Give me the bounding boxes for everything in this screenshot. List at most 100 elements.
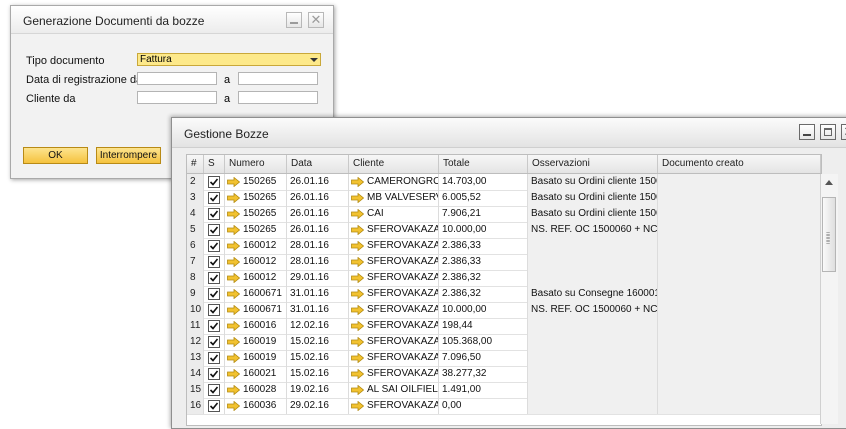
link-arrow-icon[interactable] <box>227 320 241 332</box>
cell-selected[interactable] <box>204 398 225 414</box>
header-col-osservazioni[interactable]: Osservazioni <box>528 155 658 173</box>
header-col-selected[interactable]: S <box>204 155 225 173</box>
ok-button[interactable]: OK <box>23 147 88 164</box>
link-arrow-icon[interactable] <box>227 304 241 316</box>
link-arrow-icon[interactable] <box>227 336 241 348</box>
header-col-documento-creato[interactable]: Documento creato <box>658 155 821 173</box>
vertical-scrollbar[interactable]: = = = = <box>820 174 838 424</box>
table-row[interactable]: 4 150265 26.01.16 CAI 7.906,21 Basato su Ordi… <box>187 206 821 223</box>
table-row[interactable]: 12 160019 15.02.16 SFEROVAKAZAN 105.368,00 <box>187 334 821 351</box>
link-arrow-icon[interactable] <box>351 304 365 316</box>
table-row[interactable]: 5 150265 26.01.16 SFEROVAKAZAN 10.000,00 NS. … <box>187 222 821 239</box>
link-arrow-icon[interactable] <box>351 192 365 204</box>
checkbox-checked-icon[interactable] <box>208 288 220 300</box>
table-row[interactable]: 13 160019 15.02.16 SFEROVAKAZAN 7.096,50 <box>187 350 821 367</box>
header-col-numero[interactable]: Numero <box>225 155 287 173</box>
checkbox-checked-icon[interactable] <box>208 304 220 316</box>
table-row[interactable]: 9 1600671 31.01.16 SFEROVAKAZAN 2.386,32 Basa… <box>187 286 821 303</box>
checkbox-checked-icon[interactable] <box>208 224 220 236</box>
maximize-icon[interactable] <box>820 124 836 140</box>
data-registrazione-from-input[interactable] <box>137 72 217 85</box>
link-arrow-icon[interactable] <box>351 320 365 332</box>
cell-selected[interactable] <box>204 350 225 366</box>
close-icon[interactable]: ✕ <box>308 12 324 28</box>
cell-selected[interactable] <box>204 270 225 286</box>
interrompere-button[interactable]: Interrompere <box>96 147 161 164</box>
cell-selected[interactable] <box>204 238 225 254</box>
table-row[interactable]: 8 160012 29.01.16 SFEROVAKAZAN 2.386,32 <box>187 270 821 287</box>
header-col-cliente[interactable]: Cliente <box>349 155 439 173</box>
chevron-down-icon[interactable] <box>310 58 318 62</box>
table-row[interactable]: 15 160028 19.02.16 AL SAI OILFIELD 1.491,00 <box>187 382 821 399</box>
scroll-up-icon[interactable] <box>825 180 833 185</box>
cell-selected[interactable] <box>204 366 225 382</box>
checkbox-checked-icon[interactable] <box>208 208 220 220</box>
cell-selected[interactable] <box>204 222 225 238</box>
table-row[interactable]: 3 150265 26.01.16 MB VALVESERVICE 6.005,52 Ba… <box>187 190 821 207</box>
link-arrow-icon[interactable] <box>351 256 365 268</box>
link-arrow-icon[interactable] <box>227 240 241 252</box>
table-row[interactable]: 2 150265 26.01.16 CAMERONGROUP 14.703,00 Basa… <box>187 174 821 191</box>
link-arrow-icon[interactable] <box>351 336 365 348</box>
header-col-totale[interactable]: Totale <box>439 155 528 173</box>
checkbox-checked-icon[interactable] <box>208 192 220 204</box>
cell-selected[interactable] <box>204 382 225 398</box>
gestione-titlebar[interactable]: Gestione Bozze ✕ <box>172 118 846 148</box>
link-arrow-icon[interactable] <box>227 176 241 188</box>
link-arrow-icon[interactable] <box>351 288 365 300</box>
link-arrow-icon[interactable] <box>351 240 365 252</box>
link-arrow-icon[interactable] <box>351 368 365 380</box>
checkbox-checked-icon[interactable] <box>208 320 220 332</box>
table-row[interactable]: 16 160036 29.02.16 SFEROVAKAZAN 0,00 <box>187 398 821 415</box>
checkbox-checked-icon[interactable] <box>208 256 220 268</box>
table-row[interactable]: 11 160016 12.02.16 SFEROVAKAZAN 198,44 <box>187 318 821 335</box>
cell-selected[interactable] <box>204 190 225 206</box>
link-arrow-icon[interactable] <box>351 208 365 220</box>
checkbox-checked-icon[interactable] <box>208 272 220 284</box>
link-arrow-icon[interactable] <box>227 224 241 236</box>
cell-selected[interactable] <box>204 318 225 334</box>
checkbox-checked-icon[interactable] <box>208 240 220 252</box>
minimize-icon[interactable] <box>286 12 302 28</box>
table-row[interactable]: 10 1600671 31.01.16 SFEROVAKAZAN 10.000,00 NS… <box>187 302 821 319</box>
link-arrow-icon[interactable] <box>351 272 365 284</box>
link-arrow-icon[interactable] <box>227 400 241 412</box>
link-arrow-icon[interactable] <box>227 256 241 268</box>
link-arrow-icon[interactable] <box>227 272 241 284</box>
cliente-from-input[interactable] <box>137 91 217 104</box>
link-arrow-icon[interactable] <box>351 400 365 412</box>
table-row[interactable]: 7 160012 28.01.16 SFEROVAKAZAN 2.386,33 <box>187 254 821 271</box>
cell-selected[interactable] <box>204 174 225 190</box>
table-row[interactable]: 6 160012 28.01.16 SFEROVAKAZAN 2.386,33 <box>187 238 821 255</box>
link-arrow-icon[interactable] <box>227 208 241 220</box>
link-arrow-icon[interactable] <box>351 224 365 236</box>
minimize-icon[interactable] <box>799 124 815 140</box>
checkbox-checked-icon[interactable] <box>208 368 220 380</box>
cliente-to-input[interactable] <box>238 91 318 104</box>
link-arrow-icon[interactable] <box>351 384 365 396</box>
dialog-titlebar[interactable]: Generazione Documenti da bozze ✕ <box>11 6 333 34</box>
table-row[interactable]: 14 160021 15.02.16 SFEROVAKAZAN 38.277,32 <box>187 366 821 383</box>
checkbox-checked-icon[interactable] <box>208 400 220 412</box>
checkbox-checked-icon[interactable] <box>208 336 220 348</box>
scrollbar-thumb[interactable]: = = = = <box>822 197 836 272</box>
link-arrow-icon[interactable] <box>227 288 241 300</box>
header-col-data[interactable]: Data <box>287 155 349 173</box>
link-arrow-icon[interactable] <box>351 352 365 364</box>
link-arrow-icon[interactable] <box>227 352 241 364</box>
link-arrow-icon[interactable] <box>227 368 241 380</box>
tipo-documento-select[interactable]: Fattura <box>137 53 321 66</box>
checkbox-checked-icon[interactable] <box>208 384 220 396</box>
cell-selected[interactable] <box>204 334 225 350</box>
checkbox-checked-icon[interactable] <box>208 352 220 364</box>
link-arrow-icon[interactable] <box>227 384 241 396</box>
cell-selected[interactable] <box>204 286 225 302</box>
cell-selected[interactable] <box>204 206 225 222</box>
cell-selected[interactable] <box>204 302 225 318</box>
link-arrow-icon[interactable] <box>227 192 241 204</box>
close-icon[interactable]: ✕ <box>841 124 846 140</box>
checkbox-checked-icon[interactable] <box>208 176 220 188</box>
data-registrazione-to-input[interactable] <box>238 72 318 85</box>
cell-selected[interactable] <box>204 254 225 270</box>
link-arrow-icon[interactable] <box>351 176 365 188</box>
